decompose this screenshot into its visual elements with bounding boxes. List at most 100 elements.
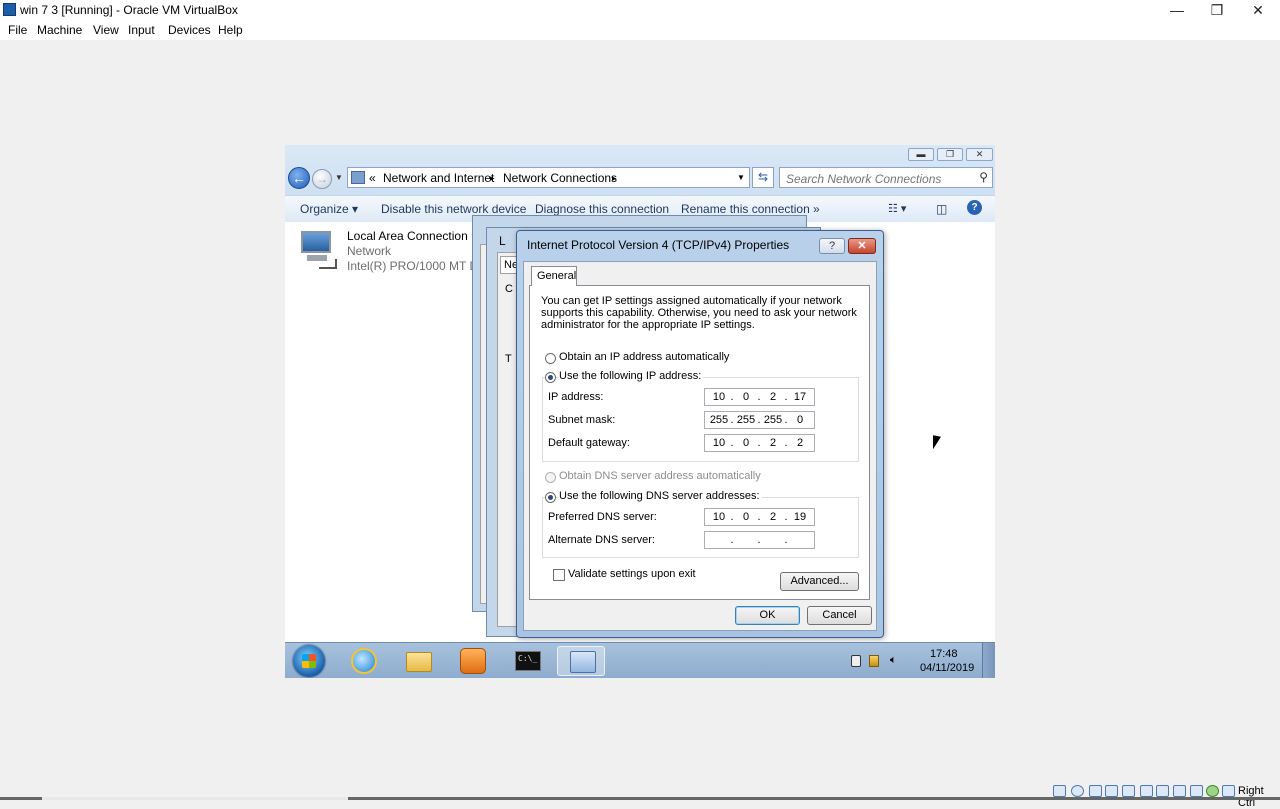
refresh-icon[interactable]: ⇆ [752, 167, 774, 188]
action-center-flag-icon[interactable] [869, 655, 879, 667]
search-box[interactable]: ⚲ [779, 167, 993, 188]
dialog-title: Internet Protocol Version 4 (TCP/IPv4) P… [527, 238, 790, 252]
ok-button[interactable]: OK [735, 606, 800, 625]
use-following-ip-radio[interactable] [545, 372, 556, 383]
search-icon[interactable]: ⚲ [979, 170, 988, 184]
minimize-button[interactable]: — [1157, 0, 1197, 20]
clock-date[interactable]: 04/11/2019 [920, 662, 974, 674]
command-prompt-icon: C:\_ [515, 651, 541, 671]
obtain-dns-auto-radio[interactable] [545, 472, 556, 483]
cancel-button[interactable]: Cancel [807, 606, 872, 625]
hard-disk-icon[interactable] [1053, 785, 1066, 797]
taskbar-internet-explorer[interactable] [339, 646, 387, 676]
taskbar-media-player[interactable] [448, 646, 496, 676]
guest-desktop[interactable]: ▬ ❐ ✕ ← → ▼ « Network and Internet ▸ Net… [285, 145, 995, 678]
host-window-title: win 7 3 [Running] - Oracle VM VirtualBox [20, 3, 238, 17]
menu-file[interactable]: File [8, 23, 27, 37]
windows-logo-icon [302, 654, 316, 668]
taskbar-network-connections[interactable] [557, 646, 605, 676]
preferred-dns-field[interactable]: 10. 0. 2. 19 [704, 508, 815, 526]
properties-title-fragment: L [499, 234, 506, 248]
obtain-ip-auto-radio[interactable] [545, 353, 556, 364]
breadcrumb-network-connections[interactable]: Network Connections [503, 171, 617, 185]
show-desktop-button[interactable] [982, 643, 995, 678]
menu-view[interactable]: View [93, 23, 119, 37]
breadcrumb-network-and-internet[interactable]: Network and Internet [383, 171, 494, 185]
audio-icon[interactable] [1089, 785, 1102, 797]
properties-text-fragment: T [505, 353, 512, 365]
internet-explorer-icon [351, 648, 377, 674]
obtain-dns-auto-label[interactable]: Obtain DNS server address automatically [559, 470, 763, 482]
explorer-minimize-button[interactable]: ▬ [908, 148, 934, 161]
taskbar-command-prompt[interactable]: C:\_ [503, 646, 551, 676]
folder-icon [406, 652, 432, 672]
restore-button[interactable]: ❐ [1197, 0, 1237, 20]
start-button[interactable] [293, 645, 325, 677]
obtain-ip-auto-label[interactable]: Obtain an IP address automatically [559, 351, 732, 363]
default-gateway-field[interactable]: 10. 0. 2. 2 [704, 434, 815, 452]
mouse-cursor-icon [933, 435, 941, 451]
organize-button[interactable]: Organize ▾ [300, 202, 358, 216]
subnet-mask-field[interactable]: 255. 255. 255. 0 [704, 411, 815, 429]
search-input[interactable] [784, 170, 974, 187]
explorer-frame: ▬ ❐ ✕ ← → ▼ « Network and Internet ▸ Net… [285, 145, 995, 225]
rename-button[interactable]: Rename this connection [681, 202, 810, 216]
menu-input[interactable]: Input [128, 23, 155, 37]
forward-arrow-icon[interactable]: → [312, 169, 332, 189]
use-following-dns-radio[interactable] [545, 492, 556, 503]
help-button[interactable]: ? [819, 238, 845, 254]
explorer-restore-button[interactable]: ❐ [937, 148, 963, 161]
history-dropdown-icon[interactable]: ▼ [335, 173, 343, 182]
optical-drive-icon[interactable] [1071, 785, 1084, 797]
more-commands-button[interactable]: » [813, 202, 820, 216]
back-arrow-icon[interactable]: ← [288, 167, 310, 189]
volume-icon[interactable]: 🔈︎ [890, 654, 904, 666]
host-title-bar: win 7 3 [Running] - Oracle VM VirtualBox… [0, 0, 1280, 20]
validate-label[interactable]: Validate settings upon exit [568, 568, 696, 580]
help-icon[interactable]: ? [967, 200, 982, 215]
ip-address-field[interactable]: 10. 0. 2. 17 [704, 388, 815, 406]
usb-icon[interactable] [1122, 785, 1135, 797]
ipv4-properties-dialog: Internet Protocol Version 4 (TCP/IPv4) P… [516, 230, 884, 638]
breadcrumb-overflow[interactable]: « [369, 171, 376, 185]
close-button[interactable]: ✕ [1238, 0, 1278, 20]
menu-machine[interactable]: Machine [37, 23, 82, 37]
dialog-close-button[interactable]: ✕ [848, 238, 876, 254]
media-player-icon [460, 648, 486, 674]
connection-name[interactable]: Local Area Connection [347, 229, 468, 243]
advanced-button[interactable]: Advanced... [780, 572, 859, 591]
alternate-dns-label: Alternate DNS server: [548, 534, 655, 546]
virtualization-icon[interactable] [1190, 785, 1203, 797]
view-options-icon[interactable]: ☷ ▾ [888, 202, 906, 215]
address-dropdown-icon[interactable]: ▼ [737, 173, 745, 182]
breadcrumb-separator[interactable]: ▸ [612, 173, 617, 184]
network-status-icon[interactable] [1105, 785, 1118, 797]
recording-icon[interactable] [1173, 785, 1186, 797]
use-following-dns-label[interactable]: Use the following DNS server addresses: [559, 490, 762, 502]
diagnose-button[interactable]: Diagnose this connection [535, 202, 669, 216]
ip-address-label: IP address: [548, 391, 604, 403]
alternate-dns-field[interactable]: . . . [704, 531, 815, 549]
mouse-integration-icon[interactable] [1222, 785, 1235, 797]
menu-devices[interactable]: Devices [168, 23, 211, 37]
menu-help[interactable]: Help [218, 23, 243, 37]
use-following-ip-label[interactable]: Use the following IP address: [559, 370, 704, 382]
display-icon[interactable] [1156, 785, 1169, 797]
taskbar-windows-explorer[interactable] [394, 646, 442, 676]
guest-additions-icon[interactable] [1206, 785, 1219, 797]
network-adapter-icon[interactable] [297, 229, 337, 269]
network-folder-icon [351, 171, 365, 184]
validate-checkbox[interactable] [553, 569, 565, 581]
subnet-mask-label: Subnet mask: [548, 414, 616, 426]
breadcrumb-separator[interactable]: ▸ [490, 173, 495, 184]
address-bar[interactable]: « Network and Internet ▸ Network Connect… [347, 167, 750, 188]
preview-pane-icon[interactable]: ◫ [936, 202, 947, 216]
host-menu-bar: File Machine View Input Devices Help [0, 20, 1280, 40]
tab-general[interactable]: General [531, 266, 577, 286]
explorer-close-button[interactable]: ✕ [966, 148, 993, 161]
disable-device-button[interactable]: Disable this network device [381, 202, 526, 216]
battery-tray-icon[interactable] [851, 655, 861, 667]
clock-time[interactable]: 17:48 [930, 648, 958, 660]
shared-folders-icon[interactable] [1140, 785, 1153, 797]
general-tab-panel: You can get IP settings assigned automat… [529, 285, 870, 600]
